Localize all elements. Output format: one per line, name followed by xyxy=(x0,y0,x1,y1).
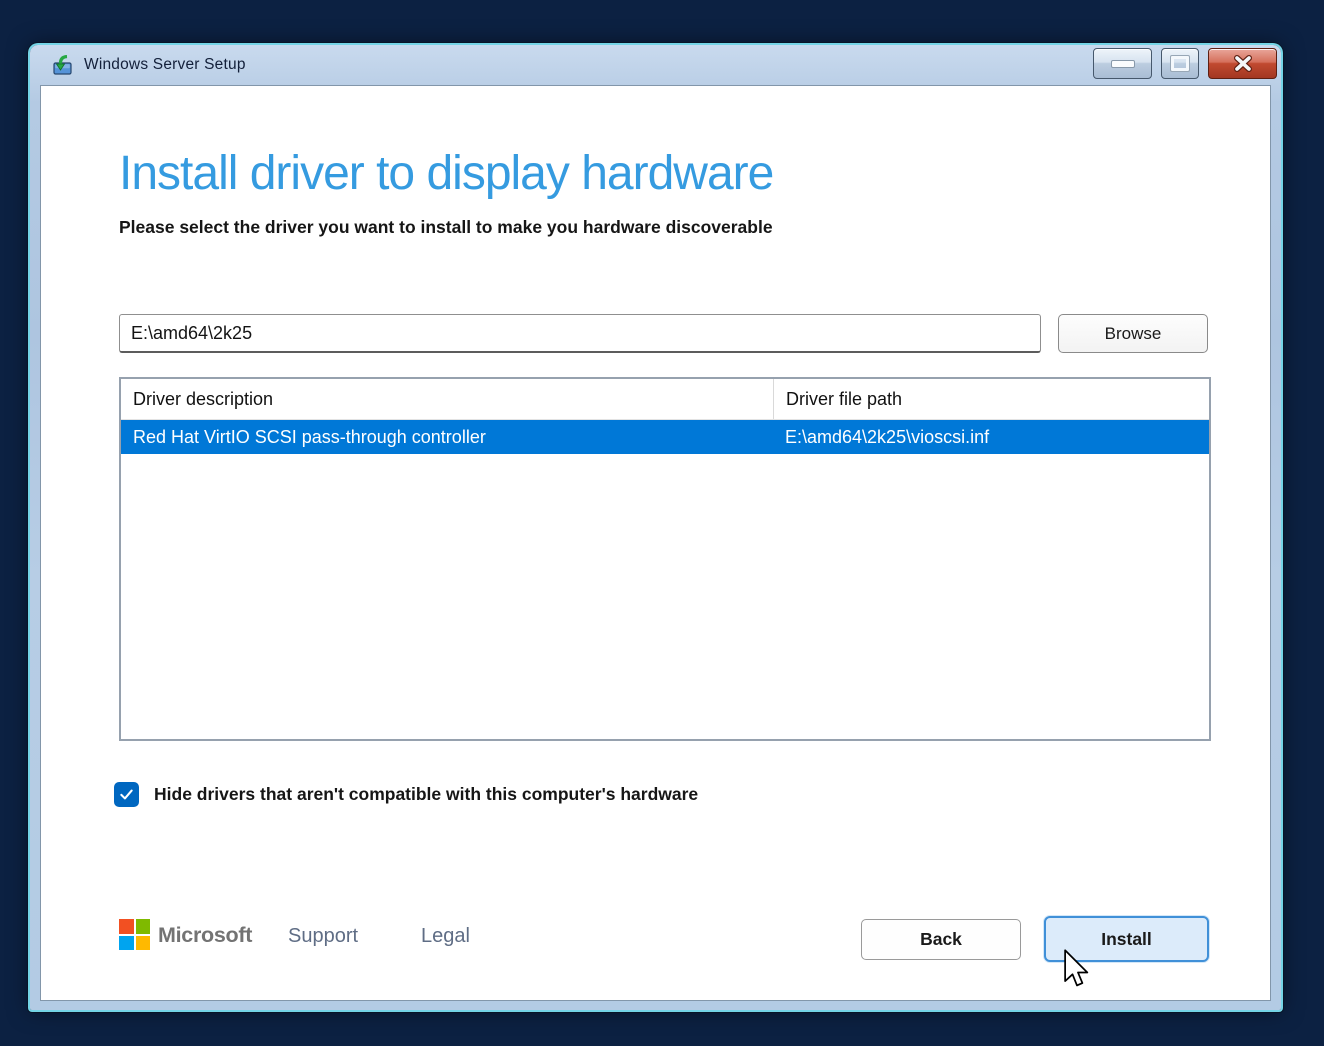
microsoft-wordmark: Microsoft xyxy=(158,923,252,948)
page-title: Install driver to display hardware xyxy=(119,146,773,201)
maximize-icon xyxy=(1171,56,1189,71)
ms-logo-square-red xyxy=(119,919,134,934)
driver-table-header: Driver description Driver file path xyxy=(121,379,1209,420)
driver-row-selected[interactable]: Red Hat VirtIO SCSI pass-through control… xyxy=(121,420,1209,454)
install-driver-disk-icon xyxy=(52,55,74,75)
ms-logo-square-yellow xyxy=(136,936,151,951)
hide-incompatible-label: Hide drivers that aren't compatible with… xyxy=(154,784,698,805)
back-button[interactable]: Back xyxy=(861,919,1021,960)
client-area: Install driver to display hardware Pleas… xyxy=(40,85,1271,1001)
support-link[interactable]: Support xyxy=(288,925,358,948)
legal-link[interactable]: Legal xyxy=(421,925,470,948)
column-header-driver-description[interactable]: Driver description xyxy=(121,379,773,419)
ms-logo-square-green xyxy=(136,919,151,934)
minimize-icon xyxy=(1111,60,1135,68)
hide-incompatible-row: Hide drivers that aren't compatible with… xyxy=(114,782,698,807)
window-title: Windows Server Setup xyxy=(84,56,246,74)
window-controls xyxy=(1093,48,1277,79)
hide-incompatible-checkbox[interactable] xyxy=(114,782,139,807)
page-subtitle: Please select the driver you want to ins… xyxy=(119,217,773,238)
close-button[interactable] xyxy=(1208,48,1277,79)
maximize-button[interactable] xyxy=(1161,48,1199,79)
checkmark-icon xyxy=(117,785,136,804)
install-button[interactable]: Install xyxy=(1044,916,1209,962)
driver-table: Driver description Driver file path Red … xyxy=(119,377,1211,741)
microsoft-logo-icon xyxy=(119,919,150,950)
setup-window: Windows Server Setup Install driver to d… xyxy=(30,45,1281,1010)
browse-button[interactable]: Browse xyxy=(1058,314,1208,353)
minimize-button[interactable] xyxy=(1093,48,1152,79)
close-icon xyxy=(1233,55,1253,72)
driver-description-cell: Red Hat VirtIO SCSI pass-through control… xyxy=(121,420,773,454)
driver-path-input[interactable] xyxy=(119,314,1041,353)
driver-file-path-cell: E:\amd64\2k25\vioscsi.inf xyxy=(773,420,1209,454)
column-header-driver-file-path[interactable]: Driver file path xyxy=(773,379,1209,419)
ms-logo-square-blue xyxy=(119,936,134,951)
titlebar[interactable]: Windows Server Setup xyxy=(30,45,1281,85)
